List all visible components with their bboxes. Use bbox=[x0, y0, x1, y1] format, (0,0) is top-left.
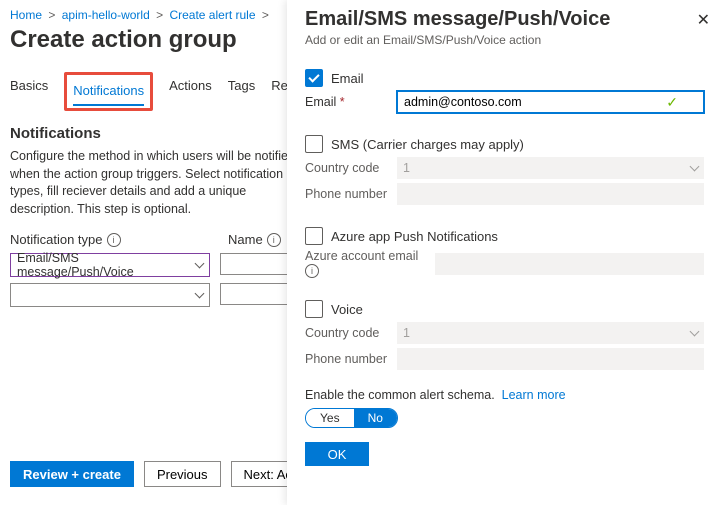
breadcrumb-alert-rule[interactable]: Create alert rule bbox=[169, 8, 255, 22]
notification-type-dropdown[interactable]: Email/SMS message/Push/Voice bbox=[10, 253, 210, 277]
notification-name-input[interactable] bbox=[220, 253, 295, 275]
sms-country-dropdown: 1 bbox=[397, 157, 704, 179]
toggle-yes[interactable]: Yes bbox=[306, 409, 354, 427]
column-header-name: Name i bbox=[228, 232, 281, 247]
page-title: Create action group bbox=[10, 26, 295, 54]
common-alert-schema-toggle[interactable]: Yes No bbox=[305, 408, 398, 428]
push-email-label: Azure account email i bbox=[305, 249, 429, 278]
info-icon[interactable]: i bbox=[305, 264, 319, 278]
push-checkbox-label: Azure app Push Notifications bbox=[331, 229, 498, 244]
voice-country-dropdown: 1 bbox=[397, 322, 704, 344]
panel-subtitle: Add or edit an Email/SMS/Push/Voice acti… bbox=[305, 33, 704, 47]
breadcrumb-resource[interactable]: apim-hello-world bbox=[62, 8, 150, 22]
notifications-heading: Notifications bbox=[10, 125, 295, 142]
breadcrumb: Home > apim-hello-world > Create alert r… bbox=[10, 8, 295, 22]
voice-phone-input bbox=[397, 348, 704, 370]
learn-more-link[interactable]: Learn more bbox=[502, 388, 566, 402]
sms-phone-label: Phone number bbox=[305, 187, 391, 201]
chevron-down-icon bbox=[195, 259, 205, 269]
sms-checkbox[interactable] bbox=[305, 135, 323, 153]
notification-config-panel: ✕ Email/SMS message/Push/Voice Add or ed… bbox=[287, 0, 722, 505]
column-header-type: Notification type i bbox=[10, 232, 210, 247]
tab-bar: Basics Notifications Actions Tags Revie bbox=[10, 72, 295, 111]
tab-basics[interactable]: Basics bbox=[10, 72, 48, 111]
sms-checkbox-label: SMS (Carrier charges may apply) bbox=[331, 137, 524, 152]
sms-phone-input bbox=[397, 183, 704, 205]
chevron-down-icon bbox=[690, 327, 700, 337]
email-field-label: Email bbox=[305, 95, 391, 109]
voice-phone-label: Phone number bbox=[305, 352, 391, 366]
close-icon[interactable]: ✕ bbox=[697, 10, 710, 30]
voice-checkbox[interactable] bbox=[305, 300, 323, 318]
notifications-description: Configure the method in which users will… bbox=[10, 148, 295, 218]
tab-notifications[interactable]: Notifications bbox=[73, 77, 144, 106]
voice-checkbox-label: Voice bbox=[331, 302, 363, 317]
email-checkbox[interactable] bbox=[305, 69, 323, 87]
common-alert-schema-text: Enable the common alert schema. Learn mo… bbox=[305, 388, 704, 402]
voice-country-label: Country code bbox=[305, 326, 391, 340]
toggle-no[interactable]: No bbox=[354, 409, 397, 427]
breadcrumb-home[interactable]: Home bbox=[10, 8, 42, 22]
email-input[interactable] bbox=[397, 91, 704, 113]
notification-name-input-empty[interactable] bbox=[220, 283, 295, 305]
review-create-button[interactable]: Review + create bbox=[10, 461, 134, 487]
panel-title: Email/SMS message/Push/Voice bbox=[305, 8, 704, 31]
tab-tags[interactable]: Tags bbox=[228, 72, 255, 111]
previous-button[interactable]: Previous bbox=[144, 461, 221, 487]
info-icon[interactable]: i bbox=[107, 233, 121, 247]
email-checkbox-label: Email bbox=[331, 71, 364, 86]
ok-button[interactable]: OK bbox=[305, 442, 369, 466]
tab-actions[interactable]: Actions bbox=[169, 72, 212, 111]
checkmark-icon: ✓ bbox=[666, 94, 678, 111]
tab-notifications-highlight: Notifications bbox=[64, 72, 153, 111]
info-icon[interactable]: i bbox=[267, 233, 281, 247]
push-email-input bbox=[435, 253, 704, 275]
notification-type-dropdown-empty[interactable] bbox=[10, 283, 210, 307]
chevron-down-icon bbox=[690, 162, 700, 172]
push-checkbox[interactable] bbox=[305, 227, 323, 245]
chevron-down-icon bbox=[195, 289, 205, 299]
sms-country-label: Country code bbox=[305, 161, 391, 175]
